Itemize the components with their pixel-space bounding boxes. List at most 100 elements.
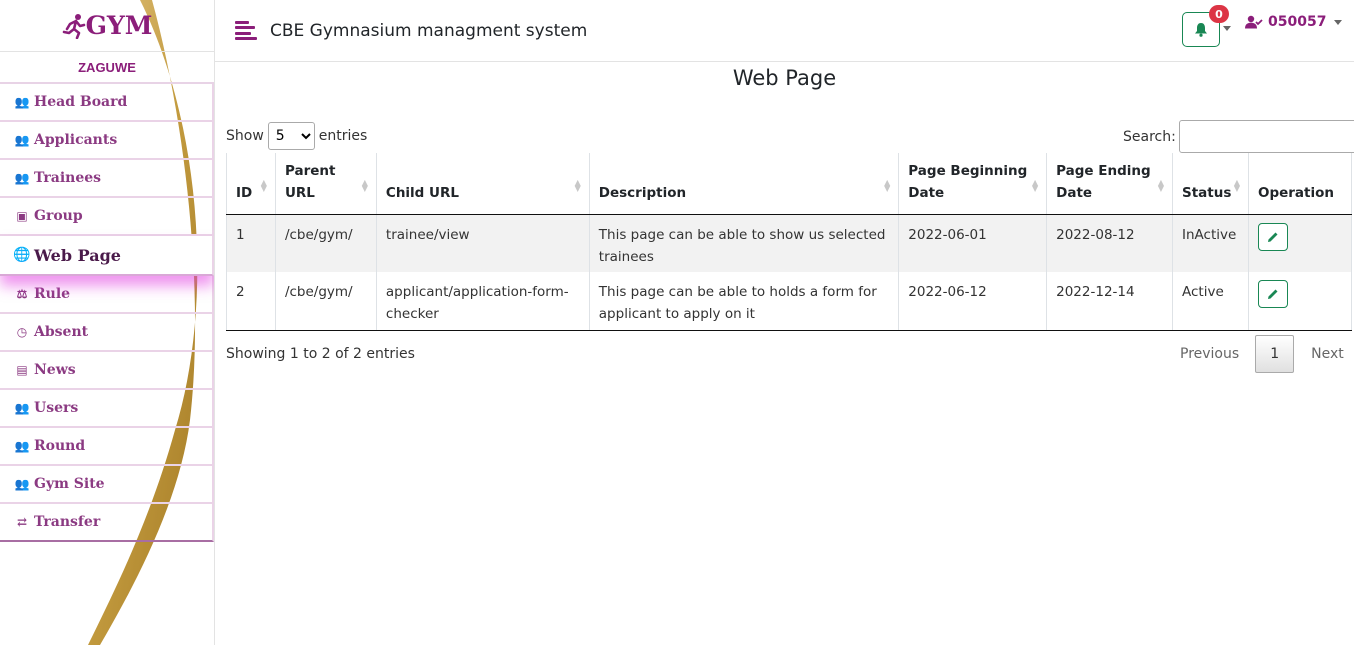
sidebar-item-label: Users bbox=[34, 400, 79, 416]
sort-icon: ▲ ▼ bbox=[1157, 177, 1164, 193]
table-row: 2 /cbe/gym/ applicant/application-form-c… bbox=[226, 272, 1353, 331]
cell-end-date: 2022-12-14 bbox=[1046, 272, 1173, 331]
users-icon: 👥 bbox=[14, 477, 30, 491]
notifications-button[interactable]: 0 bbox=[1182, 5, 1229, 47]
notification-count-badge: 0 bbox=[1209, 5, 1229, 23]
sidebar-item-label: Applicants bbox=[34, 132, 118, 148]
column-header-parent-url[interactable]: Parent URL ▲ ▼ bbox=[274, 153, 377, 215]
sidebar-item-label: Absent bbox=[34, 324, 89, 340]
cell-operation bbox=[1247, 272, 1353, 331]
edit-button[interactable] bbox=[1257, 222, 1288, 251]
menu-toggle-icon[interactable] bbox=[235, 20, 257, 41]
table-row: 1 /cbe/gym/ trainee/view This page can b… bbox=[226, 214, 1353, 272]
sidebar-item-group[interactable]: ▣ Group bbox=[0, 198, 214, 236]
cell-begin-date: 2022-06-01 bbox=[898, 214, 1048, 272]
entries-label: entries bbox=[318, 128, 368, 144]
cell-begin-date: 2022-06-12 bbox=[898, 272, 1048, 331]
cell-end-date: 2022-08-12 bbox=[1046, 214, 1173, 272]
pencil-icon bbox=[1267, 232, 1278, 242]
sidebar-user-label: ZAGUWE bbox=[78, 59, 136, 75]
user-menu[interactable]: 050057 bbox=[1245, 14, 1343, 30]
cell-operation bbox=[1247, 214, 1353, 272]
sort-icon: ▲ ▼ bbox=[260, 177, 267, 193]
sidebar-item-round[interactable]: 👥 Round bbox=[0, 428, 214, 466]
sidebar-item-users[interactable]: 👥 Users bbox=[0, 390, 214, 428]
brand-logo[interactable]: GYM bbox=[0, 0, 214, 52]
column-header-label: Page Beginning Date bbox=[908, 162, 1028, 201]
runner-icon bbox=[62, 13, 85, 39]
cell-description: This page can be able to holds a form fo… bbox=[588, 272, 900, 331]
cell-status: Active bbox=[1171, 272, 1249, 331]
sidebar: GYM ZAGUWE 👥 Head Board 👥 Applicants 👥 Trai… bbox=[0, 0, 215, 645]
sidebar-item-label: News bbox=[34, 362, 76, 378]
cell-id: 1 bbox=[226, 214, 276, 272]
table-info: Showing 1 to 2 of 2 entries bbox=[226, 346, 415, 362]
sort-icon: ▲ ▼ bbox=[1031, 177, 1039, 193]
column-header-begin-date[interactable]: Page Beginning Date ▲ ▼ bbox=[898, 153, 1048, 215]
users-icon: 👥 bbox=[14, 95, 30, 109]
cell-description: This page can be able to show us selecte… bbox=[588, 214, 900, 272]
sort-icon: ▲ ▼ bbox=[1233, 177, 1240, 193]
sidebar-item-gym-site[interactable]: 👥 Gym Site bbox=[0, 466, 214, 504]
web-pages-table: ID ▲ ▼ Parent URL ▲ ▼ Child URL ▲ ▼ Descriptio… bbox=[226, 153, 1353, 331]
sidebar-item-news[interactable]: ▤ News bbox=[0, 352, 214, 390]
sidebar-item-applicants[interactable]: 👥 Applicants bbox=[0, 122, 214, 160]
users-icon: 👥 bbox=[14, 401, 30, 415]
entries-length-control: Show 5 entries bbox=[226, 122, 367, 150]
column-header-description[interactable]: Description ▲ ▼ bbox=[588, 153, 900, 215]
cell-status: InActive bbox=[1171, 214, 1249, 272]
sidebar-menu: 👥 Head Board 👥 Applicants 👥 Trainees ▣ Group… bbox=[0, 82, 214, 542]
column-header-child-url[interactable]: Child URL ▲ ▼ bbox=[375, 153, 590, 215]
sidebar-item-head-board[interactable]: 👥 Head Board bbox=[0, 84, 214, 122]
sidebar-item-label: Web Page bbox=[34, 245, 121, 265]
column-header-status[interactable]: Status ▲ ▼ bbox=[1171, 153, 1249, 215]
column-header-label: Page Ending Date bbox=[1056, 162, 1151, 201]
app-title: CBE Gymnasium managment system bbox=[270, 20, 588, 41]
column-header-label: Description bbox=[598, 184, 687, 201]
column-header-label: ID bbox=[236, 184, 253, 201]
entries-select[interactable]: 5 bbox=[267, 122, 315, 150]
cell-child-url: trainee/view bbox=[375, 214, 590, 272]
group-icon: ▣ bbox=[16, 209, 28, 223]
search-label: Search: bbox=[1123, 128, 1176, 145]
column-header-label: Status bbox=[1181, 184, 1232, 201]
table-header-row: ID ▲ ▼ Parent URL ▲ ▼ Child URL ▲ ▼ Descriptio… bbox=[226, 153, 1353, 215]
pagination-previous[interactable]: Previous bbox=[1168, 346, 1251, 362]
pencil-icon bbox=[1267, 289, 1278, 299]
username: 050057 bbox=[1268, 14, 1327, 30]
sidebar-item-web-page[interactable]: 🌐 Web Page bbox=[0, 236, 214, 276]
pagination: Previous 1 Next bbox=[1168, 335, 1354, 373]
sort-icon: ▲ ▼ bbox=[361, 177, 368, 193]
sidebar-item-absent[interactable]: ◷ Absent bbox=[0, 314, 214, 352]
globe-icon: 🌐 bbox=[13, 247, 31, 263]
page-title: Web Page bbox=[732, 66, 837, 90]
sort-icon: ▲ ▼ bbox=[574, 177, 581, 193]
clock-icon: ◷ bbox=[16, 325, 28, 339]
pagination-next[interactable]: Next bbox=[1298, 346, 1354, 362]
sort-icon: ▲ ▼ bbox=[884, 177, 891, 193]
newspaper-icon: ▤ bbox=[16, 363, 28, 377]
search-input[interactable] bbox=[1178, 120, 1354, 153]
sidebar-item-label: Group bbox=[34, 208, 83, 224]
column-header-label: Parent URL bbox=[284, 162, 336, 201]
bell-icon bbox=[1195, 23, 1207, 37]
sidebar-item-label: Trainees bbox=[34, 170, 102, 186]
sidebar-item-label: Round bbox=[34, 438, 86, 454]
users-icon: 👥 bbox=[14, 133, 30, 147]
column-header-label: Child URL bbox=[385, 184, 460, 201]
cell-parent-url: /cbe/gym/ bbox=[274, 272, 377, 331]
sidebar-item-transfer[interactable]: ⇄ Transfer bbox=[0, 504, 214, 542]
scale-icon: ⚖ bbox=[16, 287, 28, 301]
chevron-down-icon bbox=[1334, 19, 1343, 25]
edit-button[interactable] bbox=[1257, 280, 1288, 308]
transfer-icon: ⇄ bbox=[16, 515, 28, 529]
sidebar-item-trainees[interactable]: 👥 Trainees bbox=[0, 160, 214, 198]
column-header-id[interactable]: ID ▲ ▼ bbox=[226, 153, 276, 215]
notifications-caret-icon[interactable] bbox=[1223, 26, 1231, 31]
user-check-icon bbox=[1245, 15, 1263, 29]
users-icon: 👥 bbox=[14, 171, 30, 185]
pagination-page-1[interactable]: 1 bbox=[1255, 335, 1295, 373]
sidebar-item-rule[interactable]: ⚖ Rule bbox=[0, 276, 214, 314]
column-header-end-date[interactable]: Page Ending Date ▲ ▼ bbox=[1046, 153, 1173, 215]
cell-child-url: applicant/application-form-checker bbox=[375, 272, 590, 331]
